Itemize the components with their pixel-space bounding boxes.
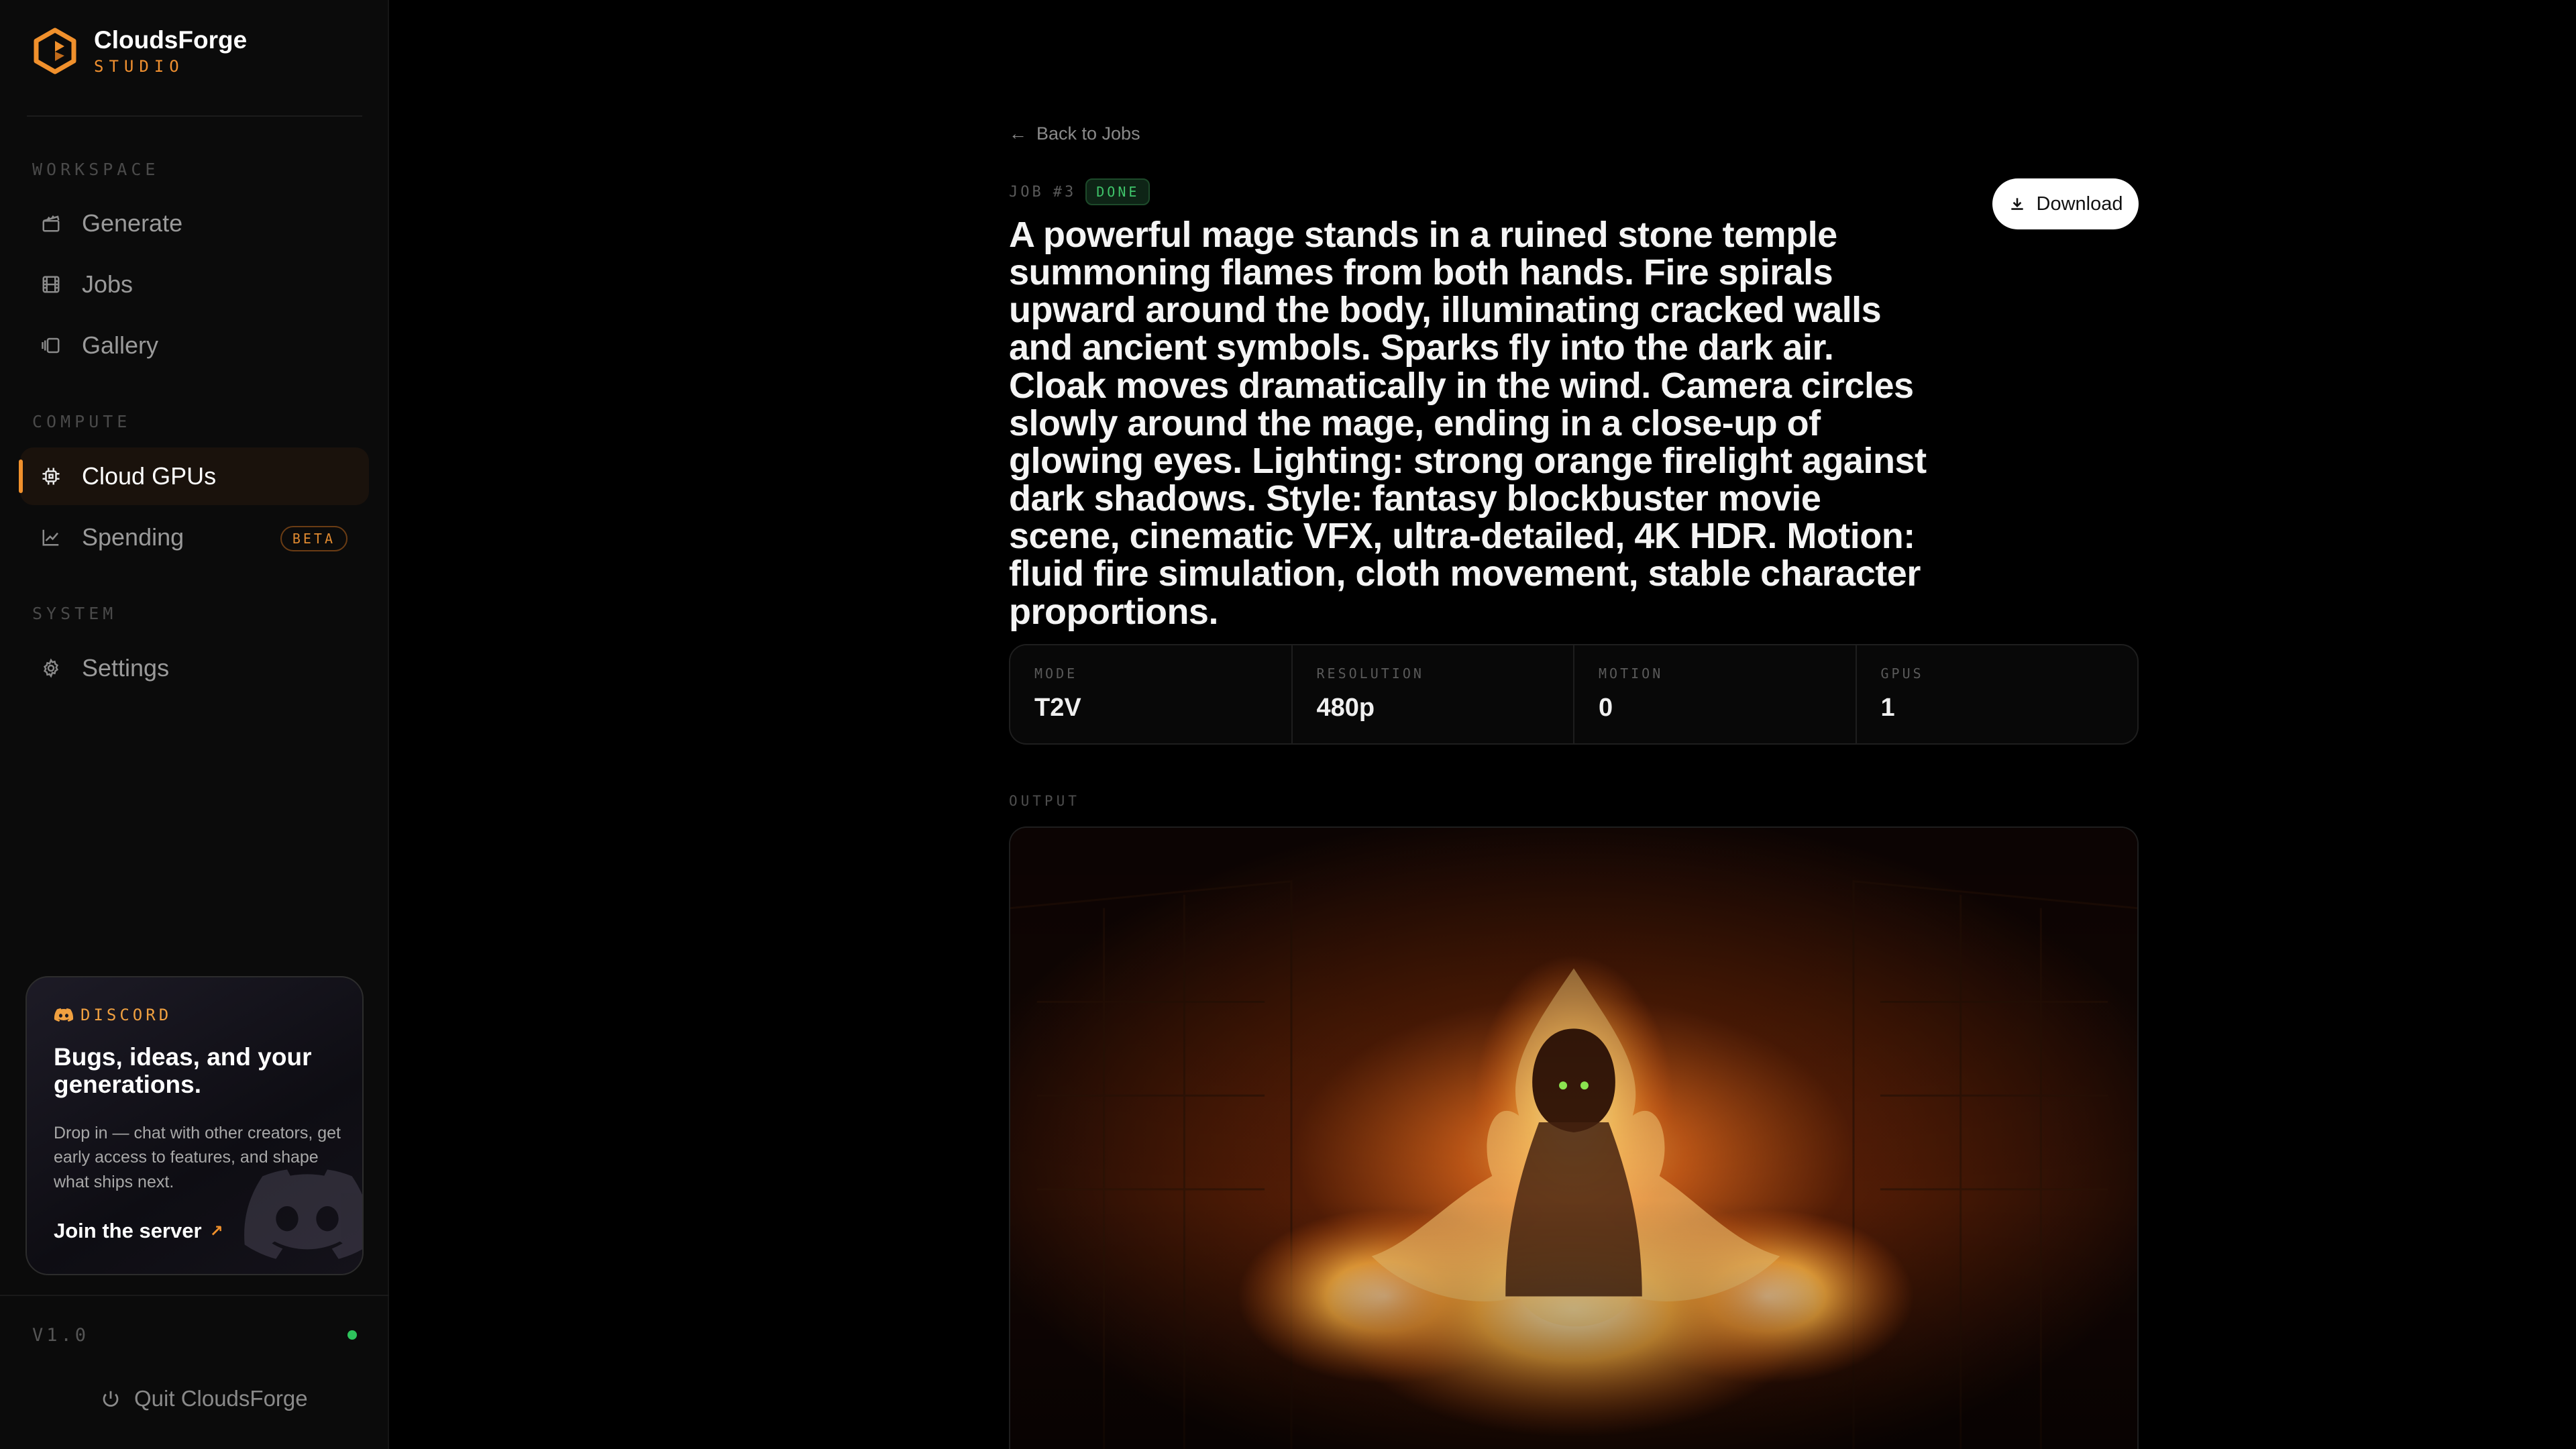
sidebar-item-label: Spending (82, 523, 184, 551)
stat-label: MOTION (1599, 665, 1664, 682)
gallery-icon (40, 335, 62, 356)
gear-icon (40, 657, 62, 679)
download-label: Download (2036, 193, 2123, 215)
stat-gpus: GPUS 1 (1857, 645, 2138, 743)
quit-button[interactable]: Quit CloudsForge (101, 1386, 308, 1411)
stat-value: 0 (1599, 694, 1613, 722)
sidebar-item-spending[interactable]: Spending BETA (20, 508, 369, 566)
join-server-label: Join the server (54, 1219, 202, 1242)
back-label: Back to Jobs (1036, 123, 1140, 144)
discord-title: Bugs, ideas, and your generations. (54, 1043, 312, 1099)
job-meta: JOB #3 DONE (1009, 178, 1150, 205)
discord-tag: DISCORD (54, 1006, 172, 1024)
quit-label: Quit CloudsForge (134, 1386, 308, 1411)
arrow-up-right-icon: ↗ (209, 1222, 223, 1240)
beta-badge: BETA (280, 526, 347, 551)
cloudsforge-logo-icon (34, 28, 76, 74)
sidebar-item-label: Gallery (82, 331, 159, 359)
sidebar-item-generate[interactable]: Generate (20, 195, 369, 252)
discord-tag-label: DISCORD (80, 1006, 172, 1024)
sidebar: CloudsForge STUDIO WORKSPACE Generate Jo… (0, 0, 389, 1449)
sidebar-item-jobs[interactable]: Jobs (20, 256, 369, 313)
stat-label: MODE (1034, 665, 1078, 682)
job-number: #3 (1053, 183, 1077, 201)
sidebar-item-label: Generate (82, 209, 183, 237)
sidebar-item-cloud-gpus[interactable]: Cloud GPUs (19, 447, 369, 505)
job-label: JOB (1009, 183, 1044, 201)
job-stats: MODE T2V RESOLUTION 480p MOTION 0 GPUS 1 (1009, 644, 2139, 745)
download-button[interactable]: Download (1992, 178, 2139, 229)
brand-subtitle: STUDIO (94, 56, 184, 76)
active-indicator (19, 460, 23, 493)
brand[interactable]: CloudsForge STUDIO (34, 26, 248, 76)
film-icon (40, 274, 62, 295)
stat-motion: MOTION 0 (1574, 645, 1857, 743)
stat-label: RESOLUTION (1316, 665, 1424, 682)
join-server-link[interactable]: Join the server ↗ (54, 1219, 223, 1243)
brand-name: CloudsForge (94, 26, 248, 54)
sidebar-item-settings[interactable]: Settings (20, 639, 369, 697)
chart-icon (40, 527, 62, 548)
section-label-compute: COMPUTE (32, 412, 131, 431)
sidebar-item-label: Jobs (82, 270, 133, 298)
clapper-icon (40, 213, 62, 234)
job-prompt: A powerful mage stands in a ruined stone… (1009, 215, 1927, 632)
online-status-dot (347, 1330, 357, 1340)
stat-value: T2V (1034, 694, 1081, 722)
discord-card[interactable]: DISCORD Bugs, ideas, and your generation… (25, 976, 364, 1275)
footer-divider (0, 1295, 389, 1296)
power-icon (103, 1391, 119, 1407)
stat-resolution: RESOLUTION 480p (1293, 645, 1574, 743)
back-to-jobs-link[interactable]: ← Back to Jobs (1009, 123, 1140, 144)
download-icon (2010, 198, 2023, 210)
stat-label: GPUS (1880, 665, 1924, 682)
sidebar-item-gallery[interactable]: Gallery (20, 317, 369, 374)
brand-divider (27, 115, 362, 117)
sidebar-item-label: Cloud GPUs (82, 462, 217, 490)
output-video-frame (1010, 828, 2137, 1449)
output-label: OUTPUT (1009, 793, 1080, 809)
discord-icon (54, 1008, 74, 1022)
arrow-left-icon: ← (1009, 123, 1027, 144)
sidebar-item-label: Settings (82, 654, 170, 682)
section-label-system: SYSTEM (32, 604, 117, 623)
stat-mode: MODE T2V (1010, 645, 1293, 743)
status-badge: DONE (1085, 178, 1150, 205)
chip-icon (40, 466, 62, 487)
discord-watermark-icon (244, 1169, 362, 1259)
stat-value: 1 (1880, 694, 1895, 722)
version-label: V1.0 (32, 1325, 90, 1346)
output-video-player[interactable] (1009, 826, 2139, 1449)
section-label-workspace: WORKSPACE (32, 160, 160, 179)
stat-value: 480p (1316, 694, 1375, 722)
